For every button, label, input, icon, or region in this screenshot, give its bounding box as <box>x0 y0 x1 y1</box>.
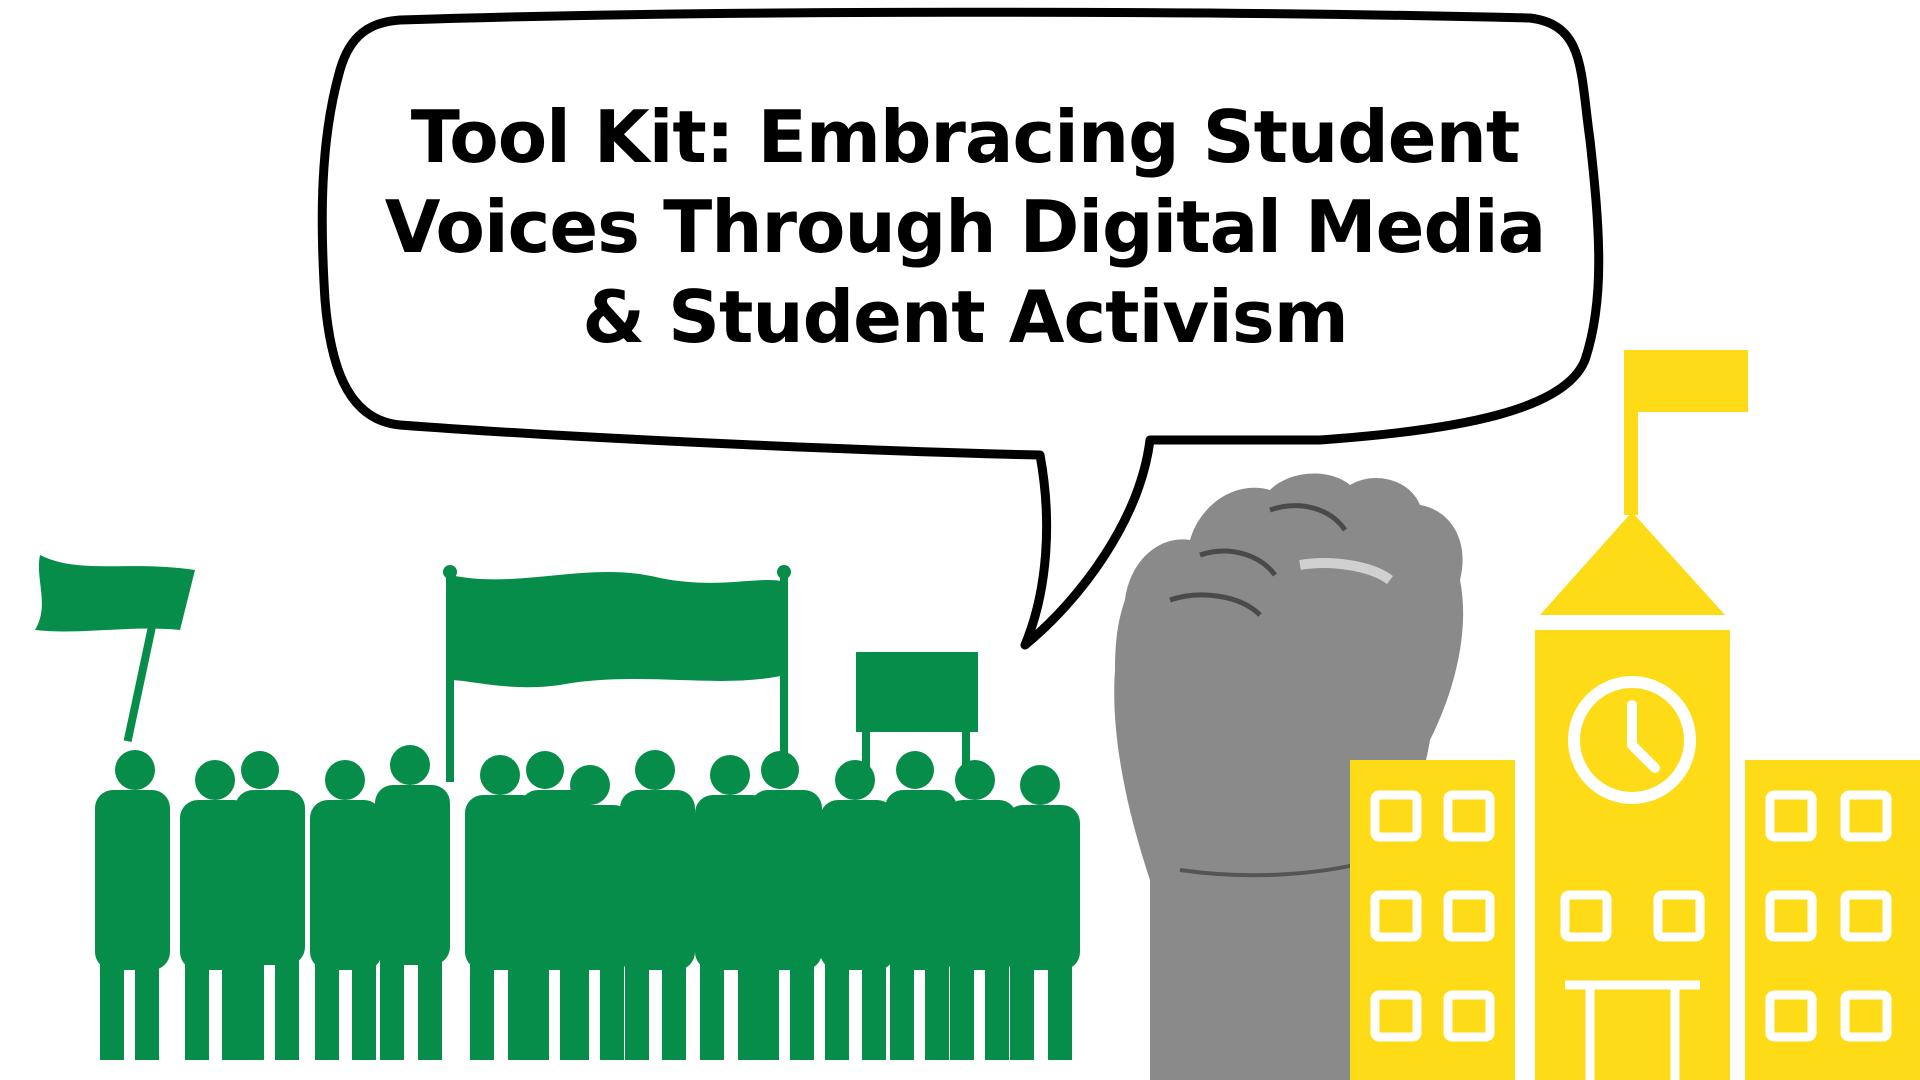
crowd-people <box>95 745 1080 1060</box>
pole-knob <box>777 565 791 579</box>
protest-banner <box>450 572 785 688</box>
clock-tower <box>1535 630 1730 1080</box>
banner-pole-right <box>780 572 788 782</box>
banner-pole-left <box>446 572 454 782</box>
pole-knob <box>443 565 457 579</box>
protest-crowd-illustration <box>35 555 1080 1060</box>
protest-placard <box>856 652 978 732</box>
title-line-3: & Student Activism <box>582 275 1349 359</box>
waving-flag <box>35 555 195 632</box>
school-flag <box>1630 350 1748 412</box>
page-title: Tool Kit: Embracing Student Voices Throu… <box>320 92 1610 362</box>
tower-roof <box>1540 512 1725 615</box>
title-line-1: Tool Kit: Embracing Student <box>410 95 1521 179</box>
title-line-2: Voices Through Digital Media <box>384 185 1547 269</box>
